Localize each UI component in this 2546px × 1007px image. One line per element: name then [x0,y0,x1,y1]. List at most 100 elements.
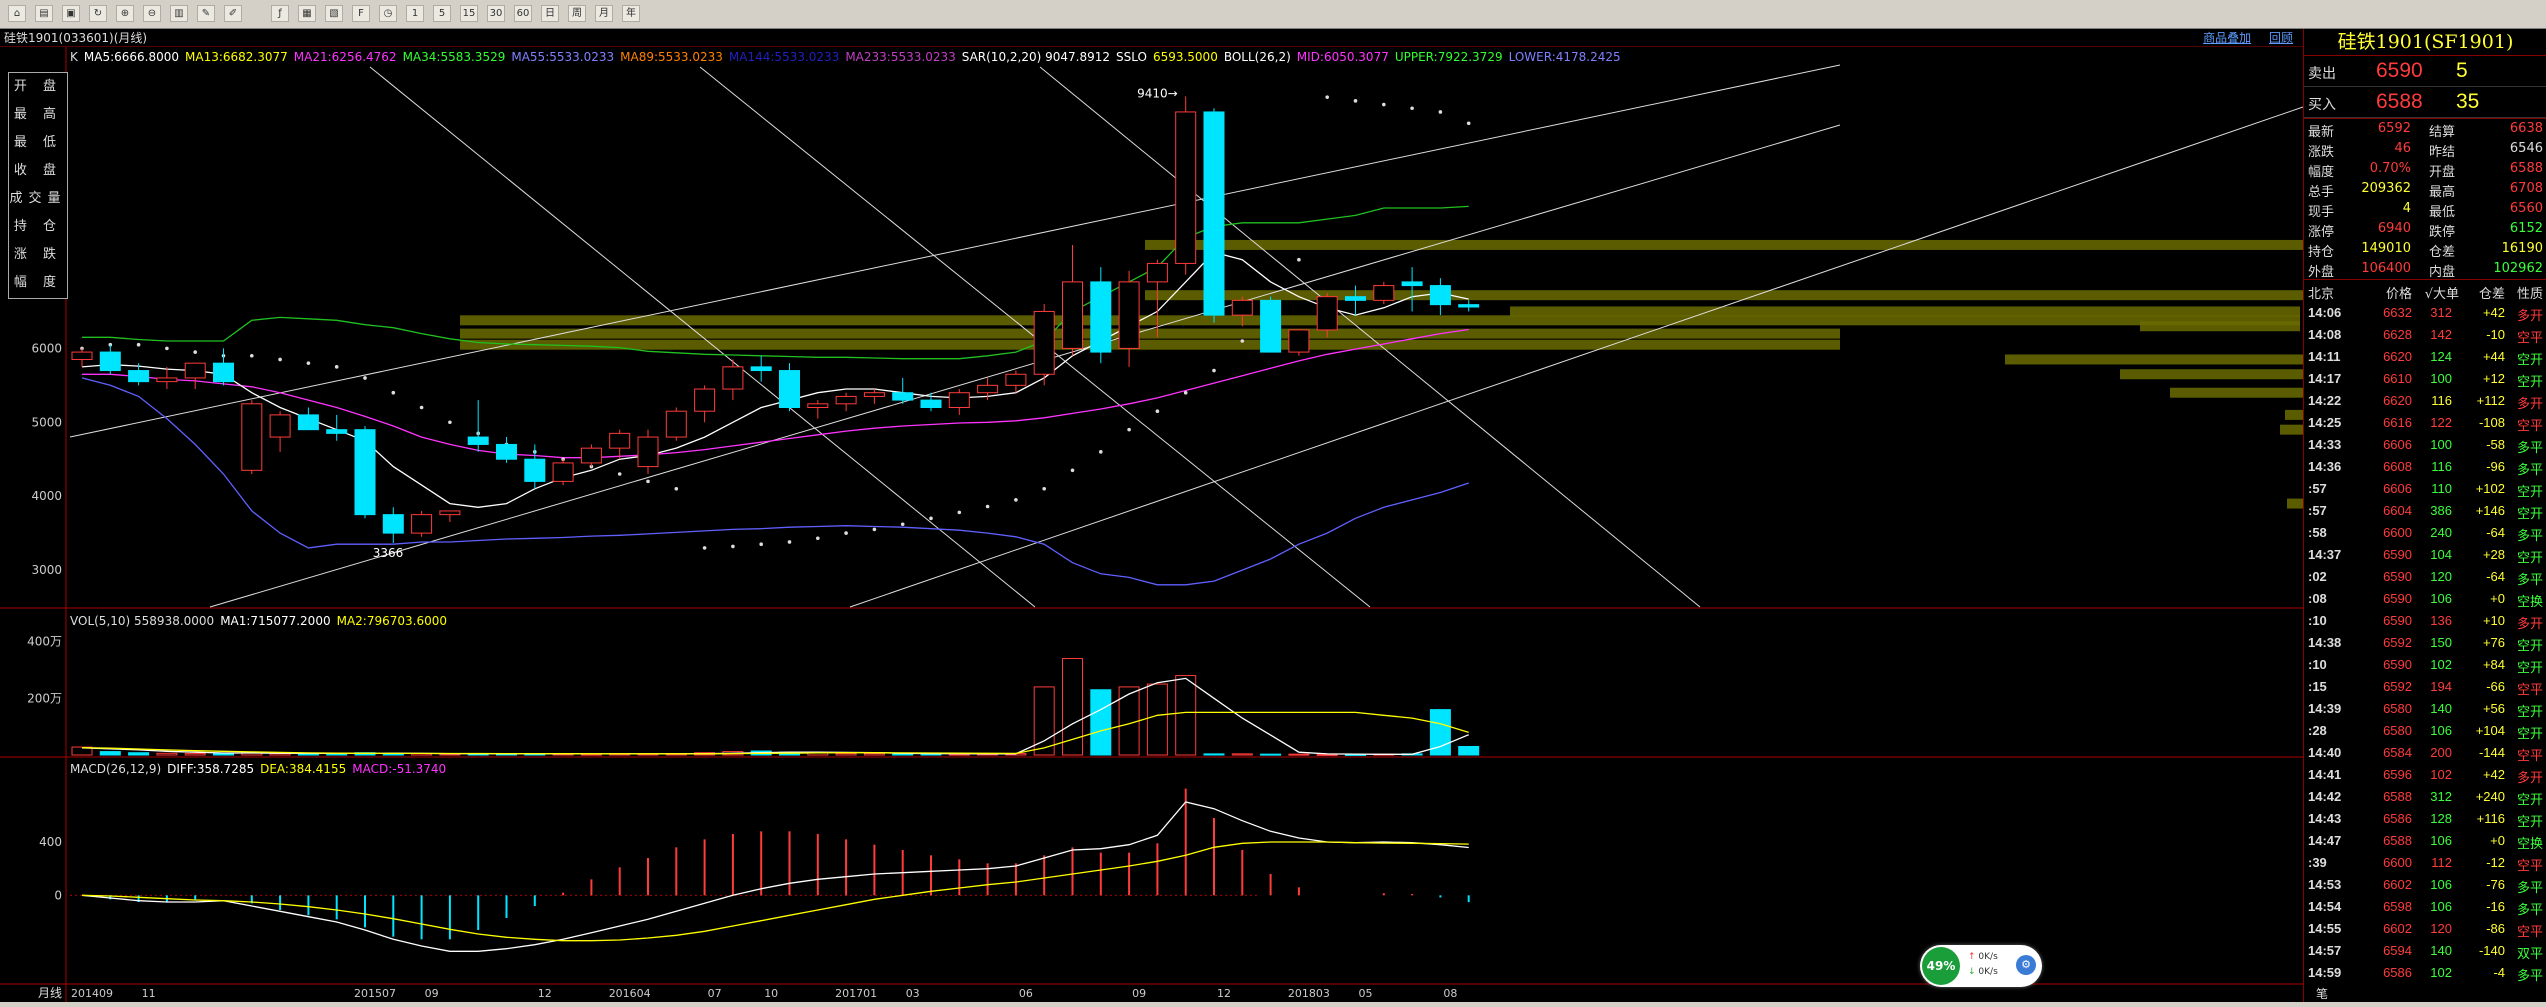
tick-row[interactable]: :57 6604 386 +146 空开 [2304,500,2546,522]
tick-row[interactable]: 14:08 6628 142 -10 空平 [2304,324,2546,346]
1min-icon[interactable]: 1 [406,5,424,22]
tick-row[interactable]: 14:57 6594 140 -140 双平 [2304,940,2546,962]
tick-row[interactable]: 14:53 6602 106 -76 多平 [2304,874,2546,896]
5min-icon[interactable]: 5 [433,5,451,22]
tick-row[interactable]: 14:36 6608 116 -96 多平 [2304,456,2546,478]
sar-dot [816,536,820,541]
menu-item-change[interactable]: 涨 跌 [9,241,67,269]
quote-title: 硅铁1901(SF1901) [2304,29,2546,56]
tick-row[interactable]: :39 6600 112 -12 空平 [2304,852,2546,874]
tick-row[interactable]: 14:42 6588 312 +240 空开 [2304,786,2546,808]
tick-nature: 空开 [2516,353,2543,368]
main-indicator-header-item: MA144:5533.0233 [729,50,839,64]
sar-dot [1410,106,1414,111]
main-indicator-header-item: MID:6050.3077 [1297,50,1389,64]
folder-icon[interactable]: ▤ [35,5,53,22]
menu-item-low[interactable]: 最 低 [9,129,67,157]
tick-time: 14:11 [2308,349,2341,364]
tick-row[interactable]: 14:22 6620 116 +112 多开 [2304,390,2546,412]
price-volume-bar [1145,239,2303,250]
zoom-out-icon[interactable]: ⊖ [143,5,161,22]
tick-oi-change: +42 [2482,767,2505,782]
menu-item-range[interactable]: 幅 度 [9,269,67,297]
pen-icon[interactable]: ✎ [197,5,215,22]
tick-nature: 多平 [2516,529,2543,544]
overlay-commodity-link[interactable]: 商品叠加 [2203,31,2251,45]
f10-icon[interactable]: F [352,5,370,22]
tick-row[interactable]: :28 6580 106 +104 空开 [2304,720,2546,742]
tick-price: 6606 [2383,481,2412,496]
tick-price: 6590 [2383,569,2412,584]
day-icon[interactable]: 日 [541,5,559,22]
tick-row[interactable]: :58 6600 240 -64 多平 [2304,522,2546,544]
bid-row[interactable]: 买入 6588 35 [2304,87,2546,118]
tick-row[interactable]: 14:41 6596 102 +42 多开 [2304,764,2546,786]
candle-body [1033,310,1055,375]
tick-row[interactable]: 14:33 6606 100 -58 多平 [2304,434,2546,456]
tick-row[interactable]: 14:25 6616 122 -108 空平 [2304,412,2546,434]
zoom-in-icon[interactable]: ⊕ [116,5,134,22]
tick-row[interactable]: 14:37 6590 104 +28 空开 [2304,544,2546,566]
ask-row[interactable]: 卖出 6590 5 [2304,56,2546,87]
tick-row[interactable]: 14:40 6584 200 -144 空平 [2304,742,2546,764]
volume-ma2-line [81,711,1469,755]
chart-icon[interactable]: ▥ [170,5,188,22]
60min-icon[interactable]: 60 [514,5,532,22]
sar-dot [1240,339,1245,343]
tick-row[interactable]: :57 6606 110 +102 空开 [2304,478,2546,500]
tick-time: 14:39 [2308,701,2342,716]
kline-chart[interactable]: 6000500040003000400万200万40009410→3366K MA… [0,47,2304,1002]
refresh-icon[interactable]: ↻ [89,5,107,22]
candle-body [1203,111,1225,316]
year-icon[interactable]: 年 [622,5,640,22]
stat-label: 仓差 [2429,245,2456,260]
menu-item-position[interactable]: 持 仓 [9,213,67,241]
tick-row[interactable]: 14:39 6580 140 +56 空开 [2304,698,2546,720]
menu-item-close[interactable]: 收 盘 [9,157,67,185]
sar-dot [1466,121,1471,126]
tick-row[interactable]: :10 6590 102 +84 空开 [2304,654,2546,676]
tick-row[interactable]: :08 6590 106 +0 空换 [2304,588,2546,610]
sar-dot [1127,427,1131,432]
menu-item-volume[interactable]: 成交量 [9,185,67,213]
tick-row[interactable]: 14:43 6586 128 +116 空开 [2304,808,2546,830]
tick-row[interactable]: 14:59 6586 102 -4 多平 [2304,962,2546,984]
tick-nature: 多平 [2516,463,2543,478]
menu-item-open[interactable]: 开 盘 [9,73,67,101]
candle-body [552,462,574,482]
tick-row[interactable]: 14:47 6588 106 +0 空换 [2304,830,2546,852]
date-tick-label: 201409 [71,987,113,1000]
tick-row[interactable]: 14:54 6598 106 -16 多平 [2304,896,2546,918]
30min-icon[interactable]: 30 [487,5,505,22]
tick-row[interactable]: 14:06 6632 312 +42 多开 [2304,302,2546,324]
table-icon[interactable]: ▧ [325,5,343,22]
cycle-icon[interactable]: ◷ [379,5,397,22]
menu-item-high[interactable]: 最 高 [9,101,67,129]
sar-dot [617,472,622,476]
15min-icon[interactable]: 15 [460,5,478,22]
save-icon[interactable]: ▣ [62,5,80,22]
stat-value: 6546 [2509,141,2543,156]
tick-list[interactable]: 14:06 6632 312 +42 多开 14:08 6628 142 -10 空平 14:11 6… [2304,302,2546,984]
tick-row[interactable]: 14:17 6610 100 +12 空开 [2304,368,2546,390]
home-icon[interactable]: ⌂ [8,5,26,22]
brush-icon[interactable]: ✐ [224,5,242,22]
week-icon[interactable]: 周 [568,5,586,22]
network-speed-widget[interactable]: 49% ↑ 0K/s ↓ 0K/s ⚙ [1920,945,2042,987]
kline-chart-area[interactable]: 6000 5000 4000 3000 400万 200万 400 0 9410→ 3366 K MA… [0,47,2304,1002]
tick-row[interactable]: 14:11 6620 124 +44 空开 [2304,346,2546,368]
tick-row[interactable]: 14:38 6592 150 +76 空开 [2304,632,2546,654]
tick-row[interactable]: :15 6592 194 -66 空平 [2304,676,2546,698]
review-link[interactable]: 回顾 [2269,31,2293,45]
speed-settings-icon[interactable]: ⚙ [2016,955,2036,975]
grid-icon[interactable]: ▦ [298,5,316,22]
tick-row[interactable]: :02 6590 120 -64 多平 [2304,566,2546,588]
tick-nature: 空开 [2516,793,2543,808]
month-icon[interactable]: 月 [595,5,613,22]
date-tick-label: 201604 [609,987,651,1000]
tick-nature: 多平 [2516,881,2543,896]
indicator-icon[interactable]: ƒ [271,5,289,22]
tick-row[interactable]: :10 6590 136 +10 多开 [2304,610,2546,632]
tick-row[interactable]: 14:55 6602 120 -86 空平 [2304,918,2546,940]
sar-dot [957,510,962,515]
